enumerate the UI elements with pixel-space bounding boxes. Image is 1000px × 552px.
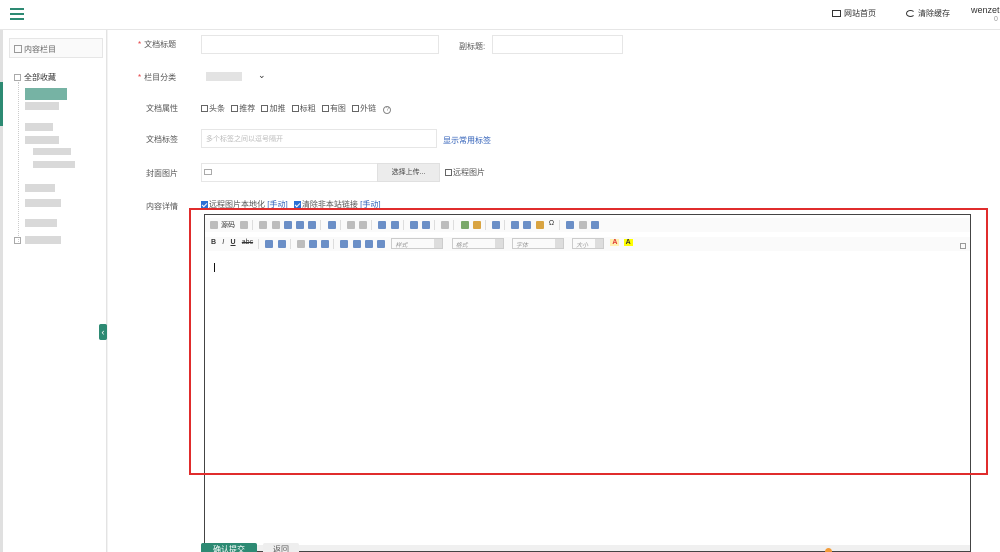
chevron-down-icon: ⌄ (258, 70, 266, 80)
back-button[interactable]: 返回 (263, 543, 299, 552)
tree-item-blurred[interactable] (25, 199, 61, 207)
category-select[interactable]: ⌄ (206, 69, 270, 85)
remote-image-checkbox[interactable]: 远程图片 (445, 167, 485, 178)
attr-label: 文档属性 (146, 104, 178, 113)
sidebar-header: 内容栏目 (9, 38, 103, 58)
attr-checkbox[interactable] (261, 105, 269, 112)
collapse-icon[interactable] (14, 74, 21, 81)
sidebar: 内容栏目 全部收藏 ‹ (3, 30, 107, 552)
cover-label: 封面图片 (146, 169, 178, 178)
top-bar: 网站首页 清除缓存 wenzet 0 (0, 0, 1000, 30)
refresh-icon (906, 10, 915, 17)
tags-label: 文档标签 (146, 135, 178, 144)
category-value-blurred (206, 72, 242, 81)
tags-input[interactable]: 多个标签之间以逗号隔开 (201, 129, 437, 148)
checkbox-box[interactable] (445, 169, 452, 176)
title-input[interactable] (201, 35, 439, 54)
monitor-icon (832, 10, 841, 17)
clear-cache-link[interactable]: 清除缓存 (906, 8, 950, 19)
orange-badge-icon[interactable] (825, 548, 832, 552)
category-label: * 栏目分类 (138, 73, 177, 82)
strip-links-checkbox[interactable] (293, 201, 301, 208)
attr-checkbox[interactable] (352, 105, 360, 112)
show-tags-link[interactable]: 显示常用标签 (443, 135, 491, 146)
cover-input[interactable] (201, 163, 378, 182)
tree-root[interactable]: 全部收藏 (14, 72, 56, 83)
sidebar-collapse-button[interactable]: ‹ (99, 324, 107, 340)
attr-checkbox-group: 头条 推荐 加推 标粗 有图 外链 ? (201, 103, 392, 114)
tree-item-blurred[interactable] (33, 161, 75, 168)
list-icon (14, 45, 22, 53)
help-icon[interactable]: ? (383, 106, 392, 114)
tree-guide (18, 82, 19, 242)
site-home-link[interactable]: 网站首页 (832, 8, 876, 19)
tree-item-blurred[interactable] (25, 184, 55, 192)
tree-item-blurred[interactable] (25, 219, 57, 227)
tree-item-blurred[interactable] (25, 236, 61, 244)
highlight-annotation (189, 208, 988, 475)
localize-images-checkbox[interactable] (201, 201, 208, 208)
image-icon (204, 169, 212, 175)
subtitle-label: 副标题: (459, 42, 486, 51)
title-label: * 文档标题 (138, 40, 177, 49)
expand-icon[interactable] (14, 237, 21, 244)
username[interactable]: wenzet (971, 5, 1000, 15)
tree-item-last[interactable] (14, 236, 24, 245)
subtitle-input[interactable] (492, 35, 623, 54)
tree-item-blurred[interactable] (25, 88, 67, 100)
tree-item-blurred[interactable] (25, 136, 59, 144)
attr-checkbox[interactable] (321, 105, 329, 112)
editor-status-bar (205, 545, 970, 551)
menu-toggle-icon[interactable] (10, 8, 24, 20)
attr-checkbox[interactable] (201, 105, 208, 112)
attr-checkbox[interactable] (231, 105, 239, 112)
content-label: 内容详情 (146, 202, 178, 211)
username-sub: 0 (994, 16, 998, 23)
upload-button[interactable]: 选择上传... (377, 163, 440, 182)
submit-button[interactable]: 确认提交 (201, 543, 257, 552)
tree-item-blurred[interactable] (25, 102, 59, 110)
tree-item-blurred[interactable] (25, 123, 53, 131)
attr-checkbox[interactable] (291, 105, 299, 112)
tree-item-blurred[interactable] (33, 148, 71, 155)
